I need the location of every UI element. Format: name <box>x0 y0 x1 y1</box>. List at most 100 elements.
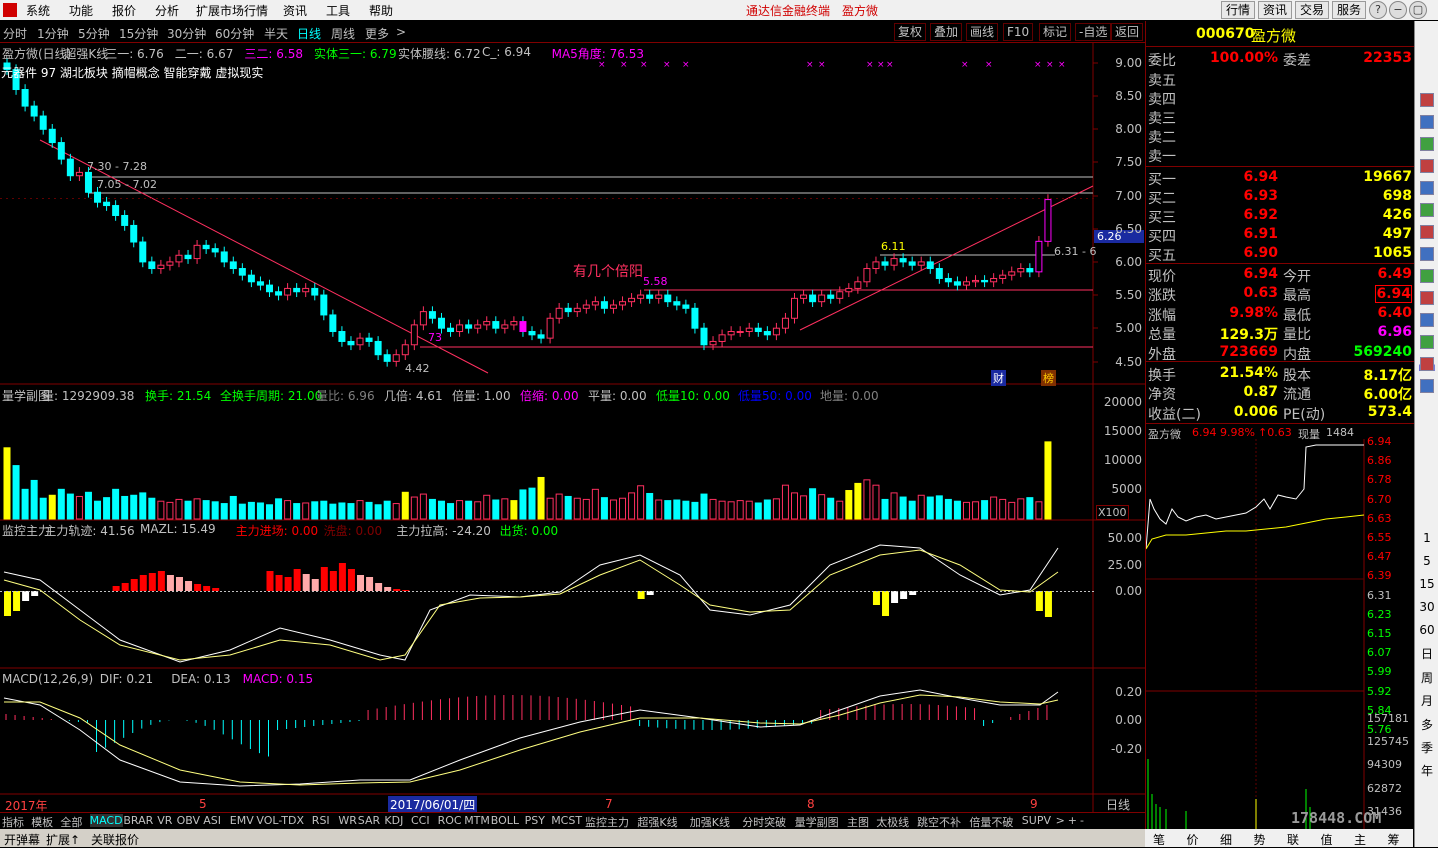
toolstrip-icon[interactable] <box>1420 115 1434 129</box>
indicator-tab-15[interactable]: ROC <box>438 814 462 827</box>
expand-button[interactable]: 扩展↑ <box>46 831 80 848</box>
indicator-tab-17[interactable]: BOLL <box>491 814 519 827</box>
menu-quote[interactable]: 报价 <box>112 2 136 19</box>
chart-area[interactable]: × × × × × × × × × × × × × × × <box>0 43 1145 812</box>
toolstrip-item-2[interactable]: 5 <box>1417 554 1437 568</box>
service-button[interactable]: 服务 <box>1332 1 1367 19</box>
detail-tab-4[interactable]: 联 <box>1287 831 1299 848</box>
news-button[interactable]: 资讯 <box>1258 1 1293 19</box>
toolstrip-icon[interactable] <box>1420 93 1434 107</box>
indicator-tab-12[interactable]: SAR <box>358 814 380 827</box>
toolstrip-item-11[interactable]: 年 <box>1417 762 1437 779</box>
indicator-tab-25[interactable]: 主图 <box>847 814 869 830</box>
indicator-tab-31[interactable]: + <box>1068 814 1077 827</box>
quote-button[interactable]: 行情 <box>1221 1 1256 19</box>
indicator-tab-2[interactable]: 全部 <box>60 814 82 830</box>
indicator-tab-32[interactable]: - <box>1080 814 1084 827</box>
menu-function[interactable]: 功能 <box>69 2 93 19</box>
period-halfday[interactable]: 半天 <box>264 25 288 42</box>
indicator-tab-0[interactable]: 指标 <box>2 814 24 830</box>
toolstrip-icon[interactable] <box>1420 181 1434 195</box>
overlay-button[interactable]: 叠加 <box>930 23 963 41</box>
indicator-tab-8[interactable]: EMV <box>230 814 254 827</box>
period-daily[interactable]: 日线 <box>297 25 321 42</box>
detail-tab-0[interactable]: 笔 <box>1153 831 1165 848</box>
detail-tab-7[interactable]: 筹 <box>1388 831 1400 848</box>
indicator-tab-21[interactable]: 超强K线 <box>637 814 677 830</box>
indicator-tab-27[interactable]: 跳空不补 <box>917 814 961 830</box>
toolstrip-item-9[interactable]: 多 <box>1417 716 1437 733</box>
detail-tab-2[interactable]: 细 <box>1220 831 1232 848</box>
indicator-tab-19[interactable]: MCST <box>551 814 582 827</box>
indicator-tab-16[interactable]: MTM <box>464 814 490 827</box>
indicator-tab-24[interactable]: 量学副图 <box>795 814 839 830</box>
indicator-tab-9[interactable]: VOL-TDX <box>256 814 304 827</box>
indicator-tab-1[interactable]: 模板 <box>31 814 53 830</box>
indicator-tab-18[interactable]: PSY <box>525 814 545 827</box>
trade-button[interactable]: 交易 <box>1295 1 1330 19</box>
period-more[interactable]: 更多 <box>365 25 389 42</box>
menu-news[interactable]: 资讯 <box>283 2 307 19</box>
period-15min[interactable]: 15分钟 <box>119 25 158 42</box>
period-1min[interactable]: 1分钟 <box>37 25 69 42</box>
detail-tab-1[interactable]: 价 <box>1187 831 1199 848</box>
toolstrip-icon[interactable] <box>1420 357 1434 371</box>
indicator-tab-28[interactable]: 倍量不破 <box>969 814 1013 830</box>
indicator-tab-4[interactable]: BRAR <box>123 814 153 827</box>
menu-help[interactable]: 帮助 <box>369 2 393 19</box>
indicator-tab-7[interactable]: ASI <box>203 814 221 827</box>
indicator-tab-29[interactable]: SUPV <box>1022 814 1051 827</box>
detail-tab-6[interactable]: 主 <box>1354 831 1366 848</box>
ranking-marker[interactable]: 榜 <box>1041 370 1056 386</box>
toolstrip-icon[interactable] <box>1420 137 1434 151</box>
period-weekly[interactable]: 周线 <box>331 25 355 42</box>
related-quote-button[interactable]: 关联报价 <box>91 831 139 848</box>
indicator-tab-23[interactable]: 分时突破 <box>742 814 786 830</box>
toolstrip-item-3[interactable]: 15 <box>1417 577 1437 591</box>
period-5min[interactable]: 5分钟 <box>78 25 110 42</box>
period-60min[interactable]: 60分钟 <box>215 25 254 42</box>
menu-tools[interactable]: 工具 <box>326 2 350 19</box>
toolstrip-item-1[interactable]: 1 <box>1417 531 1437 545</box>
indicator-tab-11[interactable]: WR <box>338 814 357 827</box>
indicator-tab-14[interactable]: CCI <box>411 814 430 827</box>
indicator-tab-13[interactable]: KDJ <box>384 814 403 827</box>
chevron-right-icon[interactable]: > <box>396 25 406 39</box>
toolstrip-icon[interactable] <box>1420 335 1434 349</box>
detail-tab-5[interactable]: 值 <box>1321 831 1333 848</box>
indicator-tab-3[interactable]: MACD <box>89 814 123 827</box>
toolstrip-icon[interactable] <box>1420 203 1434 217</box>
toolstrip-icon[interactable] <box>1420 159 1434 173</box>
toolstrip-item-10[interactable]: 季 <box>1417 739 1437 756</box>
toolstrip-item-4[interactable]: 30 <box>1417 600 1437 614</box>
period-30min[interactable]: 30分钟 <box>167 25 206 42</box>
toolstrip-icon[interactable] <box>1420 269 1434 283</box>
maximize-icon[interactable]: ▢ <box>1409 1 1427 19</box>
indicator-tab-26[interactable]: 太极线 <box>876 814 909 830</box>
menu-extended-market[interactable]: 扩展市场行情 <box>196 2 268 19</box>
danmaku-button[interactable]: 开弹幕 <box>4 831 40 848</box>
toolstrip-icon[interactable] <box>1420 379 1434 393</box>
indicator-tab-5[interactable]: VR <box>157 814 172 827</box>
menu-analysis[interactable]: 分析 <box>155 2 179 19</box>
restore-rights-button[interactable]: 复权 <box>894 23 927 41</box>
indicator-tab-30[interactable]: > <box>1056 814 1065 827</box>
toolstrip-icon[interactable] <box>1420 247 1434 261</box>
finance-marker[interactable]: 财 <box>991 370 1006 386</box>
remove-watchlist-button[interactable]: -自选 <box>1075 23 1112 41</box>
indicator-tab-6[interactable]: OBV <box>177 814 200 827</box>
period-intraday[interactable]: 分时 <box>3 25 27 42</box>
detail-tab-3[interactable]: 势 <box>1254 831 1266 848</box>
toolstrip-item-8[interactable]: 月 <box>1417 692 1437 709</box>
help-icon[interactable]: ? <box>1369 1 1387 19</box>
indicator-tab-20[interactable]: 监控主力 <box>585 814 629 830</box>
toolstrip-icon[interactable] <box>1420 313 1434 327</box>
toolstrip-icon[interactable] <box>1420 225 1434 239</box>
draw-line-button[interactable]: 画线 <box>966 23 999 41</box>
f10-button[interactable]: F10 <box>1003 23 1034 41</box>
menu-system[interactable]: 系统 <box>26 2 50 19</box>
toolstrip-item-7[interactable]: 周 <box>1417 669 1437 686</box>
indicator-tab-10[interactable]: RSI <box>312 814 330 827</box>
toolstrip-item-5[interactable]: 60 <box>1417 623 1437 637</box>
toolstrip-icon[interactable] <box>1420 291 1434 305</box>
